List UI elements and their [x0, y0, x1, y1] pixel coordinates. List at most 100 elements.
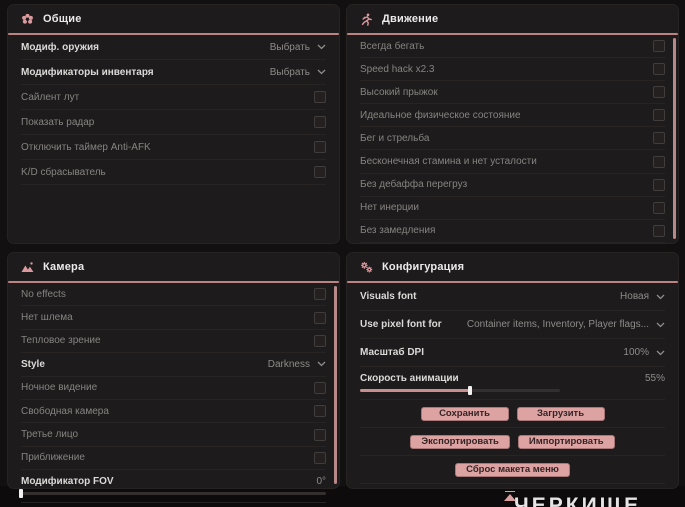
- checkbox[interactable]: [314, 141, 326, 153]
- checkbox-row: Ночное видение: [21, 377, 326, 400]
- dropdown[interactable]: Darkness: [268, 359, 326, 370]
- row-label: Отключить таймер Anti-AFK: [21, 141, 151, 153]
- slider-row: Скорость анимации 55%: [360, 367, 665, 400]
- chevron-down-icon: [317, 44, 326, 50]
- save-button[interactable]: Сохранить: [420, 406, 509, 421]
- arrow-up-icon[interactable]: [503, 491, 517, 502]
- dropdown-value: Выбрать: [269, 41, 310, 53]
- checkbox-row: Высокий прыжок: [360, 81, 665, 105]
- checkbox-row: Показать радар: [21, 110, 326, 135]
- load-button[interactable]: Загрузить: [516, 406, 605, 421]
- panel-title: Общие: [43, 13, 82, 25]
- checkbox-row: Без дебаффа перегруз: [360, 174, 665, 197]
- dropdown[interactable]: Container items, Inventory, Player flags…: [467, 319, 665, 330]
- button-row: Экспортировать Импортировать: [360, 428, 665, 456]
- checkbox-row: Бесконечная стамина и нет усталости: [360, 150, 665, 174]
- chevron-down-icon: [317, 69, 326, 75]
- checkbox[interactable]: [314, 405, 326, 418]
- checkbox[interactable]: [314, 311, 326, 324]
- panel-body: Всегда бегать Speed hack x2.3 Высокий прыж…: [347, 35, 678, 243]
- row-label: Сайлент лут: [21, 91, 80, 103]
- checkbox[interactable]: [653, 155, 665, 168]
- checkbox[interactable]: [653, 132, 665, 145]
- dropdown-value: Выбрать: [269, 66, 310, 78]
- panel-general: Общие Модиф. оружия Выбрать Модификаторы и…: [8, 5, 339, 243]
- slider-handle[interactable]: [468, 386, 472, 395]
- export-button[interactable]: Экспортировать: [410, 434, 510, 449]
- panel-movement: Движение Всегда бегать Speed hack x2.3 Выс…: [347, 5, 678, 243]
- row-label: No effects: [21, 288, 66, 300]
- checkbox[interactable]: [653, 201, 665, 214]
- checkbox[interactable]: [314, 166, 326, 178]
- checkbox[interactable]: [314, 116, 326, 128]
- slider-track[interactable]: [19, 489, 326, 499]
- slider-fill: [360, 389, 470, 392]
- panel-config: Конфигурация Visuals font Новая Use pixel …: [347, 253, 678, 488]
- dropdown[interactable]: 100%: [623, 347, 665, 358]
- row-label: Style: [21, 358, 45, 370]
- scrollbar[interactable]: [673, 38, 676, 239]
- dropdown[interactable]: Выбрать: [270, 42, 326, 53]
- chevron-down-icon: [656, 322, 665, 328]
- reset-menu-layout-button[interactable]: Сброс макета меню: [455, 462, 570, 477]
- checkbox-row: Всегда бегать: [360, 35, 665, 59]
- checkbox-row: Приближение: [21, 447, 326, 471]
- checkbox[interactable]: [314, 288, 326, 301]
- mod-menu-screen: ЧЕРКИЩЕ Общие Модиф. оружия Выбрать Модифи…: [0, 0, 685, 507]
- slider-track[interactable]: [360, 386, 560, 395]
- row-label: Нет шлема: [21, 312, 73, 324]
- checkbox[interactable]: [314, 381, 326, 394]
- dropdown[interactable]: Новая: [620, 291, 665, 302]
- checkbox[interactable]: [653, 63, 665, 76]
- checkbox[interactable]: [653, 109, 665, 122]
- dropdown-value: Darkness: [267, 358, 310, 370]
- checkbox[interactable]: [314, 451, 326, 464]
- dropdown-row: Use pixel font for Container items, Inven…: [360, 311, 665, 339]
- scrollbar[interactable]: [334, 286, 337, 484]
- row-label: Модификатор FOV: [21, 475, 114, 487]
- checkbox[interactable]: [314, 91, 326, 103]
- dropdown-row: Style Darkness: [21, 353, 326, 377]
- panel-title: Движение: [382, 13, 439, 25]
- checkbox-row: Свободная камера: [21, 400, 326, 424]
- row-label: Показать радар: [21, 116, 95, 128]
- dropdown-value: Container items, Inventory, Player flags…: [466, 319, 649, 330]
- checkbox-row: Сайлент лут: [21, 85, 326, 110]
- dropdown-row: Модификаторы инвентаря Выбрать: [21, 60, 326, 85]
- checkbox-row: Нет шлема: [21, 306, 326, 330]
- row-label: Свободная камера: [21, 405, 109, 417]
- panel-header: Камера: [8, 253, 339, 281]
- checkbox[interactable]: [314, 334, 326, 347]
- button-row: Сброс макета меню: [360, 456, 665, 484]
- slider-handle[interactable]: [19, 489, 23, 499]
- panel-title: Камера: [43, 261, 85, 273]
- game-watermark-text: ЧЕРКИЩЕ: [514, 494, 642, 507]
- row-label: Тепловое зрение: [21, 335, 101, 347]
- panel-header: Конфигурация: [347, 253, 678, 281]
- mountains-icon: [21, 261, 34, 274]
- row-label: Без замедления: [360, 225, 436, 237]
- checkbox[interactable]: [653, 178, 665, 191]
- row-label: Use pixel font for: [360, 319, 442, 330]
- checkbox[interactable]: [653, 40, 665, 53]
- gears-icon: [360, 261, 373, 274]
- row-label: Бег и стрельба: [360, 132, 430, 144]
- row-label: Всегда бегать: [360, 40, 425, 52]
- slider-label-row: Модификатор FOV 0°: [21, 472, 326, 490]
- checkbox-row: K/D сбрасыватель: [21, 160, 326, 185]
- dropdown-value: 100%: [623, 347, 649, 358]
- checkbox-row: Бег и стрельба: [360, 127, 665, 151]
- row-label: Speed hack x2.3: [360, 63, 435, 75]
- dropdown[interactable]: Выбрать: [270, 67, 326, 78]
- checkbox-row: Отключить таймер Anti-AFK: [21, 135, 326, 160]
- panel-body: Visuals font Новая Use pixel font for Conta…: [347, 283, 678, 484]
- checkbox-row: No effects: [21, 283, 326, 307]
- checkbox-row: Нет инерции: [360, 197, 665, 220]
- slider-row: Модификатор FOV 0°: [19, 470, 326, 504]
- row-label: Ночное видение: [21, 382, 98, 394]
- checkbox[interactable]: [653, 224, 665, 237]
- checkbox[interactable]: [653, 86, 665, 99]
- dropdown-value: Новая: [620, 291, 649, 302]
- import-button[interactable]: Импортировать: [517, 434, 615, 449]
- checkbox[interactable]: [314, 428, 326, 441]
